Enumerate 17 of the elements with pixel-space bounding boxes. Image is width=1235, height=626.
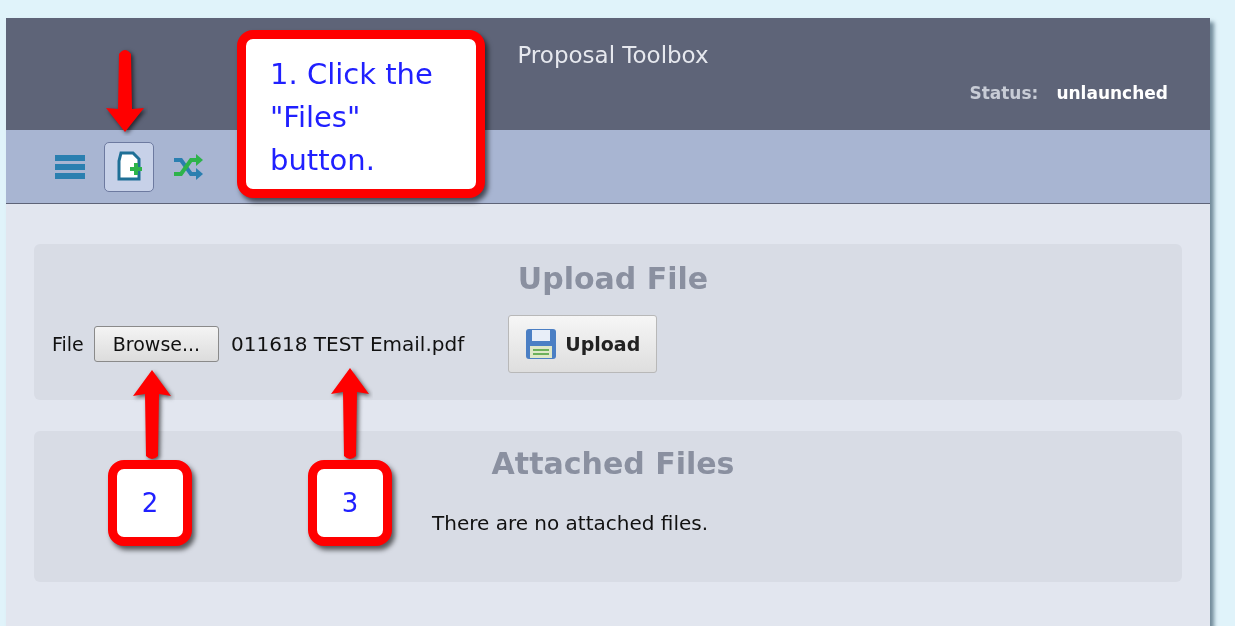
window-title: Proposal Toolbox: [517, 41, 709, 70]
browse-button[interactable]: Browse...: [93, 326, 220, 362]
panel-title: Attached Files: [491, 445, 735, 483]
field-label: File: [52, 331, 84, 357]
file-add-icon: [115, 150, 143, 183]
status-label: Status:: [969, 81, 1039, 105]
status-value: unlaunched: [1056, 81, 1168, 105]
file-name: 011618 TEST Email.pdf: [231, 331, 465, 358]
callout-number: 2: [108, 460, 192, 546]
callout-note: 1. Click the "Files" button.: [237, 30, 485, 198]
toolbar-button[interactable]: [104, 141, 154, 192]
callout-number: 3: [308, 460, 392, 546]
shuffle-icon: [172, 152, 204, 181]
empty-message: There are no attached files.: [432, 511, 709, 535]
panel-title: Upload File: [517, 260, 709, 298]
upload-button[interactable]: Upload: [508, 315, 658, 373]
menu-icon: [55, 152, 85, 181]
